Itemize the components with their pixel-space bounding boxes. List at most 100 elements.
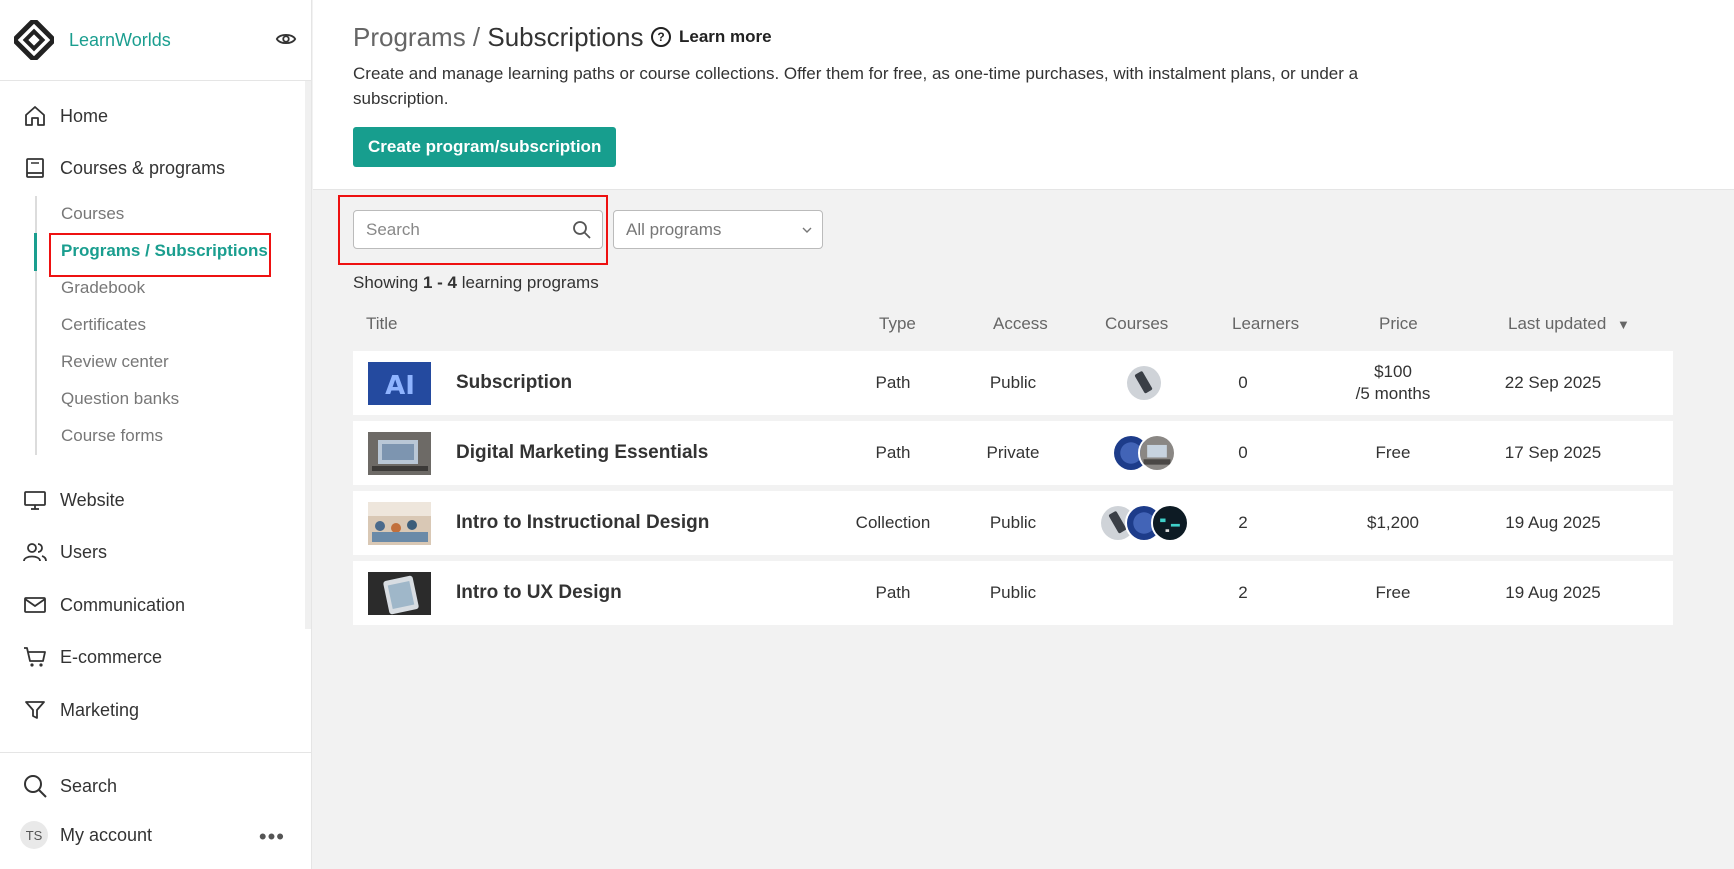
program-access: Public: [989, 583, 1037, 602]
program-price: Free: [1375, 443, 1411, 462]
mail-icon: [22, 592, 48, 618]
sidebar-item-my-account[interactable]: TS My account: [0, 815, 300, 855]
monitor-icon: [22, 487, 48, 513]
column-header-access[interactable]: Access: [993, 314, 1048, 334]
search-icon[interactable]: [572, 220, 592, 240]
sidebar-item-label: My account: [60, 824, 153, 845]
search-field[interactable]: [353, 210, 603, 249]
learn-more-link[interactable]: ? Learn more: [651, 27, 772, 47]
program-type: Path: [875, 443, 911, 462]
sidebar-item-label: Search: [60, 775, 118, 796]
search-icon: [22, 773, 48, 799]
sidebar-item-courses-programs[interactable]: Courses & programs: [0, 148, 300, 188]
sidebar-subitem-question-banks[interactable]: Question banks: [61, 389, 179, 409]
program-thumbnail: AI: [368, 362, 431, 405]
cart-icon: [22, 644, 48, 670]
column-header-price[interactable]: Price: [1379, 314, 1418, 334]
sidebar: LearnWorlds Home Courses & programs Cour…: [0, 0, 312, 869]
sidebar-item-label: Website: [60, 489, 125, 510]
sidebar-item-label: Home: [60, 105, 109, 126]
sidebar-item-website[interactable]: Website: [0, 480, 300, 520]
course-avatar: [1138, 434, 1176, 472]
sidebar-item-label: Marketing: [60, 699, 140, 720]
sidebar-item-users[interactable]: Users: [0, 532, 300, 572]
sidebar-item-communication[interactable]: Communication: [0, 585, 300, 625]
avatar: TS: [20, 821, 48, 849]
sidebar-item-ecommerce[interactable]: E-commerce: [0, 637, 300, 677]
sort-desc-icon[interactable]: ▼: [1617, 317, 1630, 332]
program-title[interactable]: Intro to Instructional Design: [456, 491, 709, 555]
chevron-down-icon: [802, 227, 812, 233]
program-type: Path: [875, 373, 911, 392]
program-thumbnail: [368, 502, 431, 545]
table-row[interactable]: Digital Marketing Essentials Path Privat…: [353, 421, 1673, 485]
course-avatar: [1151, 504, 1189, 542]
program-courses: [1079, 561, 1209, 625]
program-type: Collection: [855, 513, 931, 532]
sidebar-subitem-courses[interactable]: Courses: [61, 204, 124, 224]
program-access: Public: [989, 373, 1037, 392]
sidebar-item-home[interactable]: Home: [0, 96, 300, 136]
search-input[interactable]: [366, 219, 566, 240]
sidebar-subitem-gradebook[interactable]: Gradebook: [61, 278, 145, 298]
sidebar-subitem-programs-subscriptions[interactable]: Programs / Subscriptions: [61, 241, 268, 261]
sidebar-item-label: Users: [60, 541, 108, 562]
active-indicator: [34, 233, 37, 271]
program-courses: [1079, 491, 1209, 555]
table-row[interactable]: Intro to UX Design Path Public 2 Free 19…: [353, 561, 1673, 625]
brand-name[interactable]: LearnWorlds: [69, 30, 171, 51]
table-row[interactable]: AI Subscription Path Public 0 $100 /5 mo…: [353, 351, 1673, 415]
program-title[interactable]: Intro to UX Design: [456, 561, 622, 625]
learn-more-label: Learn more: [679, 27, 772, 46]
program-title[interactable]: Subscription: [456, 351, 572, 415]
results-count: Showing 1 - 4 learning programs: [353, 273, 599, 292]
table-header: Title Type Access Courses Learners Price…: [353, 314, 1673, 338]
users-icon: [22, 539, 48, 565]
svg-text:AI: AI: [385, 371, 415, 401]
column-header-type[interactable]: Type: [879, 314, 916, 334]
program-courses: [1079, 421, 1209, 485]
home-icon: [22, 103, 48, 129]
program-type: Path: [875, 583, 911, 602]
program-price: Free: [1375, 583, 1411, 602]
program-price: $1,200: [1367, 513, 1419, 532]
program-thumbnail: [368, 432, 431, 475]
create-program-button[interactable]: Create program/subscription: [353, 127, 617, 167]
program-filter-select[interactable]: All programs: [613, 210, 823, 249]
table-row[interactable]: Intro to Instructional Design Collection…: [353, 491, 1673, 555]
column-header-courses[interactable]: Courses: [1105, 314, 1168, 334]
breadcrumb[interactable]: Programs /: [353, 22, 487, 52]
course-avatar: [1125, 364, 1163, 402]
sidebar-item-search[interactable]: Search: [0, 766, 300, 806]
page-header: Programs / Subscriptions ? Learn more Cr…: [313, 0, 1734, 190]
sidebar-subitem-course-forms[interactable]: Course forms: [61, 426, 163, 446]
sidebar-scrollbar[interactable]: [305, 81, 311, 629]
funnel-icon: [22, 697, 48, 723]
program-learners: 2: [1238, 513, 1248, 532]
eye-icon[interactable]: [275, 28, 297, 50]
column-header-title[interactable]: Title: [366, 314, 398, 334]
help-icon: ?: [651, 27, 671, 47]
page-description: Create and manage learning paths or cour…: [353, 64, 1359, 108]
sidebar-item-label: Courses & programs: [60, 157, 226, 178]
column-header-learners[interactable]: Learners: [1232, 314, 1299, 334]
program-access: Public: [989, 513, 1037, 532]
program-price: $100 /5 months: [1355, 362, 1431, 403]
program-title[interactable]: Digital Marketing Essentials: [456, 421, 708, 485]
sidebar-item-marketing[interactable]: Marketing: [0, 690, 300, 730]
program-filter-value: All programs: [626, 219, 722, 239]
sidebar-item-label: E-commerce: [60, 646, 163, 667]
program-thumbnail: [368, 572, 431, 615]
program-access: Private: [986, 443, 1040, 462]
column-header-last-updated[interactable]: Last updated ▼: [1508, 314, 1630, 334]
program-last-updated: 19 Aug 2025: [1505, 513, 1601, 532]
page-title-text: Subscriptions: [487, 22, 644, 52]
sidebar-item-label: Communication: [60, 594, 186, 615]
sidebar-subitem-certificates[interactable]: Certificates: [61, 315, 146, 335]
page-title: Programs / Subscriptions: [353, 22, 643, 53]
book-icon: [22, 155, 48, 181]
more-options-icon[interactable]: •••: [259, 826, 285, 848]
learnworlds-logo-icon[interactable]: [14, 20, 54, 60]
program-last-updated: 17 Sep 2025: [1504, 443, 1602, 462]
sidebar-subitem-review-center[interactable]: Review center: [61, 352, 169, 372]
